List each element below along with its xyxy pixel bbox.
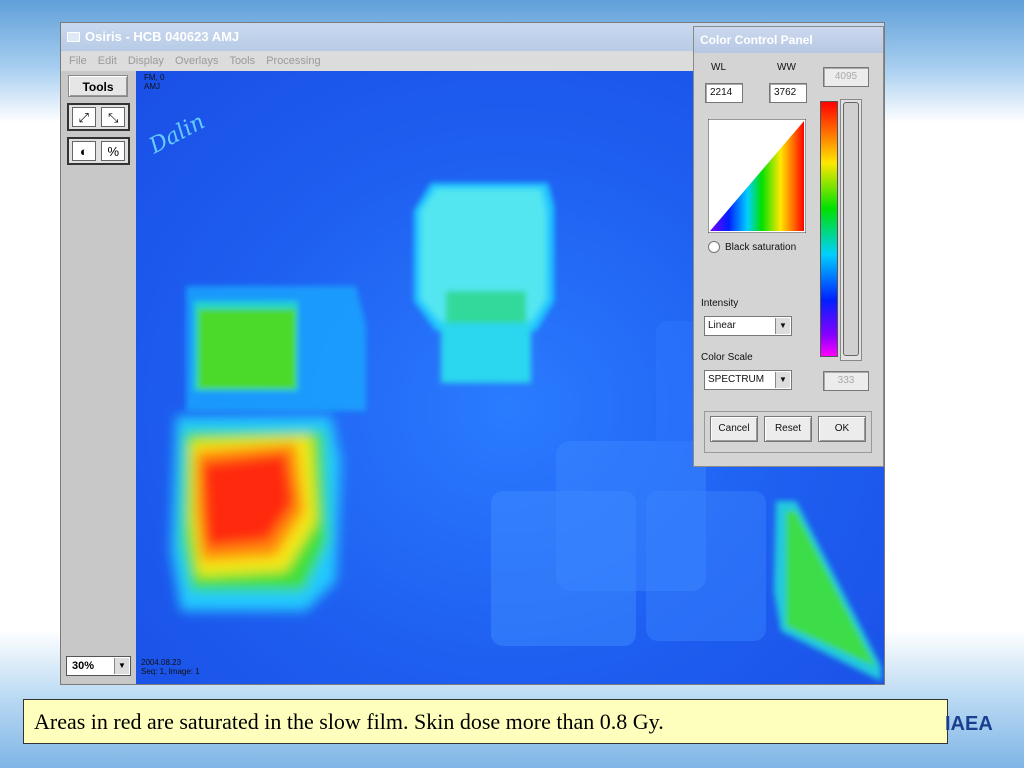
iaea-logo: IAEA bbox=[945, 713, 993, 735]
hot-spot-field bbox=[171, 416, 341, 611]
intensity-select[interactable]: Linear ▼ bbox=[704, 316, 792, 336]
zoom-shrink-icon[interactable]: ⤡ bbox=[101, 107, 126, 127]
ok-button[interactable]: OK bbox=[818, 416, 866, 442]
ww-field[interactable]: 3762 bbox=[769, 83, 807, 103]
right-triangle-field bbox=[774, 501, 881, 681]
chevron-down-icon[interactable]: ▼ bbox=[775, 372, 790, 388]
cancel-button[interactable]: Cancel bbox=[710, 416, 758, 442]
black-saturation-radio[interactable] bbox=[708, 241, 720, 253]
display-tool-group: ◐ % bbox=[67, 137, 130, 165]
reset-button[interactable]: Reset bbox=[764, 416, 812, 442]
image-header-text: FM, 0 AMJ bbox=[144, 73, 164, 91]
color-control-panel: Color Control Panel WL WW 2214 3762 4095… bbox=[693, 26, 884, 467]
black-saturation-label: Black saturation bbox=[725, 242, 797, 253]
zoom-select[interactable]: 30% ▼ bbox=[66, 656, 131, 676]
window-slider[interactable] bbox=[840, 99, 862, 361]
panel-title: Color Control Panel bbox=[694, 27, 883, 53]
menu-file[interactable]: File bbox=[69, 55, 87, 67]
percent-icon[interactable]: % bbox=[101, 141, 126, 161]
zoom-fit-icon[interactable]: ⤢ bbox=[71, 107, 96, 127]
faint-field-3 bbox=[646, 491, 766, 641]
menu-processing[interactable]: Processing bbox=[266, 55, 320, 67]
menu-tools[interactable]: Tools bbox=[229, 55, 255, 67]
intensity-value: Linear bbox=[708, 320, 736, 331]
lut-ramp bbox=[708, 119, 806, 233]
ww-label: WW bbox=[777, 62, 796, 73]
zoom-tool-group: ⤢ ⤡ bbox=[67, 103, 130, 131]
intensity-label: Intensity bbox=[701, 298, 739, 309]
color-scale-value: SPECTRUM bbox=[708, 374, 765, 385]
left-upper-field bbox=[186, 286, 366, 411]
slide-caption: Areas in red are saturated in the slow f… bbox=[23, 699, 948, 744]
color-scale-bar bbox=[820, 101, 838, 357]
menu-display[interactable]: Display bbox=[128, 55, 164, 67]
window-title: Osiris - HCB 040623 AMJ bbox=[85, 29, 240, 44]
wl-label: WL bbox=[711, 62, 726, 73]
menu-edit[interactable]: Edit bbox=[98, 55, 117, 67]
tools-button[interactable]: Tools bbox=[68, 75, 128, 97]
image-date: 2004.08.23 bbox=[141, 658, 182, 667]
frame-label: FM, 0 bbox=[144, 73, 165, 82]
color-scale-select[interactable]: SPECTRUM ▼ bbox=[704, 370, 792, 390]
max-value-field: 4095 bbox=[823, 67, 869, 87]
chevron-down-icon[interactable]: ▼ bbox=[114, 658, 129, 674]
tool-pane: Tools ⤢ ⤡ ◐ % 30% ▼ bbox=[61, 71, 136, 684]
chevron-down-icon[interactable]: ▼ bbox=[775, 318, 790, 334]
menu-overlays[interactable]: Overlays bbox=[175, 55, 218, 67]
contrast-icon[interactable]: ◐ bbox=[71, 141, 96, 161]
signature: Dalin bbox=[144, 109, 209, 159]
window-icon bbox=[67, 32, 80, 42]
operator-label: AMJ bbox=[144, 82, 160, 91]
min-value-field: 333 bbox=[823, 371, 869, 391]
image-sequence: Seq: 1, Image: 1 bbox=[141, 667, 200, 676]
upper-center-field bbox=[414, 183, 554, 383]
zoom-value: 30% bbox=[72, 660, 95, 672]
image-footer-text: 2004.08.23 Seq: 1, Image: 1 bbox=[141, 658, 200, 676]
wl-field[interactable]: 2214 bbox=[705, 83, 743, 103]
slider-thumb[interactable] bbox=[843, 102, 859, 356]
color-scale-label: Color Scale bbox=[701, 352, 753, 363]
